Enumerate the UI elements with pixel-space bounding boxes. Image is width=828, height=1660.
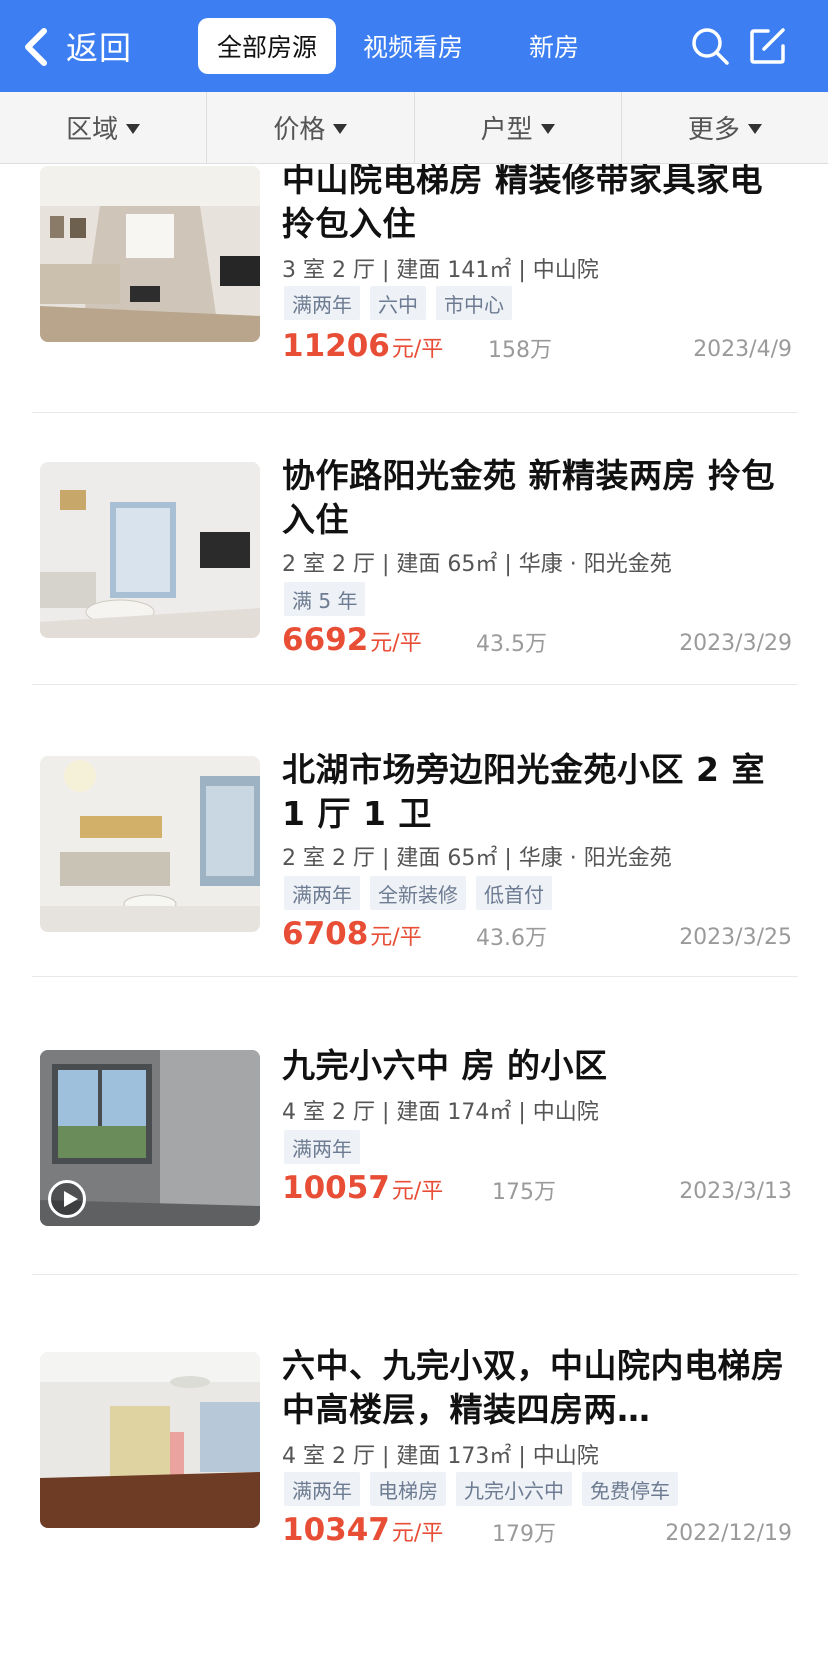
unit-price: 10347元/平 — [282, 1512, 443, 1548]
tab-bar: 全部房源 视频看房 新房 — [198, 18, 618, 74]
listing-info: 4 室 2 厅 | 建面 173㎡ | 中山院 — [282, 1444, 599, 1469]
tab-video-viewing[interactable]: 视频看房 — [340, 18, 486, 74]
listing-photo — [40, 1050, 260, 1226]
divider — [32, 1274, 798, 1275]
listing-date: 2023/3/29 — [679, 631, 792, 656]
listing-info: 2 室 2 厅 | 建面 65㎡ | 华康 · 阳光金苑 — [282, 846, 672, 871]
edit-icon[interactable] — [748, 26, 788, 66]
listing-date: 2022/12/19 — [665, 1521, 792, 1546]
listing-tags: 满两年 六中 市中心 — [284, 286, 512, 320]
listing-title: 协作路阳光金苑 新精装两房 拎包入住 — [282, 456, 775, 539]
listing-card[interactable]: 北湖市场旁边阳光金苑小区 2 室 1 厅 1 卫 2 室 2 厅 | 建面 65… — [0, 748, 828, 1018]
unit-price: 6708元/平 — [282, 916, 422, 952]
tag: 满两年 — [284, 1472, 360, 1506]
tag: 电梯房 — [370, 1472, 446, 1506]
unit-price: 11206元/平 — [282, 328, 443, 364]
total-price: 179万 — [492, 1522, 556, 1547]
unit-price: 10057元/平 — [282, 1170, 443, 1206]
filter-bar: 区域 价格 户型 更多 — [0, 92, 828, 164]
tag: 免费停车 — [582, 1472, 678, 1506]
listing-title: 六中、九完小双，中山院内电梯房中高楼层，精装四房两… — [282, 1346, 785, 1429]
listing-info: 2 室 2 厅 | 建面 65㎡ | 华康 · 阳光金苑 — [282, 552, 672, 577]
search-icon[interactable] — [690, 26, 730, 66]
price-row: 6692元/平 43.5万 2023/3/29 — [282, 622, 792, 662]
listing-list: 中山院电梯房 精装修带家具家电 拎包入住 3 室 2 厅 | 建面 141㎡ |… — [0, 164, 828, 1660]
back-button[interactable]: 返回 — [22, 18, 132, 74]
filter-label: 价格 — [273, 115, 326, 145]
tag: 满 5 年 — [284, 582, 366, 616]
listing-title: 中山院电梯房 精装修带家具家电 拎包入住 — [282, 164, 763, 243]
unit-price-value: 6692 — [282, 622, 369, 658]
tab-all-listings[interactable]: 全部房源 — [198, 18, 336, 74]
filter-area[interactable]: 区域 — [0, 92, 208, 163]
listing-info: 3 室 2 厅 | 建面 141㎡ | 中山院 — [282, 258, 599, 283]
total-price: 158万 — [488, 338, 552, 363]
top-nav-bar: 返回 全部房源 视频看房 新房 — [0, 0, 828, 92]
unit-price-suffix: 元/平 — [391, 337, 444, 362]
tag: 低首付 — [476, 876, 552, 910]
listing-date: 2023/4/9 — [693, 337, 792, 362]
unit-price-suffix: 元/平 — [391, 1521, 444, 1546]
filter-price[interactable]: 价格 — [207, 92, 415, 163]
tag: 满两年 — [284, 1130, 360, 1164]
unit-price-value: 6708 — [282, 916, 369, 952]
tag: 满两年 — [284, 286, 360, 320]
caret-down-icon — [540, 123, 555, 134]
listing-info: 4 室 2 厅 | 建面 174㎡ | 中山院 — [282, 1100, 599, 1125]
listing-card[interactable]: 九完小六中 房 的小区 4 室 2 厅 | 建面 174㎡ | 中山院 满两年 … — [0, 1042, 828, 1332]
price-row: 11206元/平 158万 2023/4/9 — [282, 328, 792, 368]
tag: 满两年 — [284, 876, 360, 910]
listing-card[interactable]: 六中、九完小双，中山院内电梯房中高楼层，精装四房两… 4 室 2 厅 | 建面 … — [0, 1338, 828, 1628]
unit-price-value: 10347 — [282, 1512, 390, 1548]
listing-photo — [40, 756, 260, 932]
filter-label: 更多 — [687, 115, 740, 145]
total-price: 175万 — [492, 1180, 556, 1205]
tag: 全新装修 — [370, 876, 466, 910]
listing-tags: 满两年 全新装修 低首付 — [284, 876, 552, 910]
unit-price-value: 10057 — [282, 1170, 390, 1206]
filter-label: 区域 — [66, 115, 119, 145]
unit-price-suffix: 元/平 — [370, 631, 422, 656]
unit-price-suffix: 元/平 — [391, 1179, 444, 1204]
listing-tags: 满两年 电梯房 九完小六中 免费停车 — [284, 1472, 678, 1506]
unit-price-value: 11206 — [282, 328, 390, 364]
tag: 六中 — [370, 286, 426, 320]
caret-down-icon — [126, 123, 141, 134]
total-price: 43.5万 — [476, 632, 547, 657]
listing-date: 2023/3/13 — [679, 1179, 792, 1204]
listing-card[interactable]: 中山院电梯房 精装修带家具家电 拎包入住 3 室 2 厅 | 建面 141㎡ |… — [0, 164, 828, 478]
filter-layout[interactable]: 户型 — [415, 92, 622, 163]
listing-tags: 满 5 年 — [284, 582, 366, 616]
caret-down-icon — [333, 123, 348, 134]
back-label: 返回 — [66, 29, 133, 67]
price-row: 10347元/平 179万 2022/12/19 — [282, 1512, 792, 1552]
listing-photo — [40, 1352, 260, 1528]
tab-new-homes[interactable]: 新房 — [490, 18, 618, 74]
tag: 市中心 — [436, 286, 512, 320]
unit-price-suffix: 元/平 — [370, 925, 422, 950]
price-row: 6708元/平 43.6万 2023/3/25 — [282, 916, 792, 956]
price-row: 10057元/平 175万 2023/3/13 — [282, 1170, 792, 1210]
divider — [32, 412, 798, 413]
filter-label: 户型 — [480, 115, 533, 145]
listing-tags: 满两年 — [284, 1130, 360, 1164]
divider — [32, 976, 798, 977]
tag: 九完小六中 — [456, 1472, 572, 1506]
play-video-icon[interactable] — [48, 1180, 86, 1218]
unit-price: 6692元/平 — [282, 622, 422, 658]
listing-photo — [40, 462, 260, 638]
listing-photo — [40, 166, 260, 342]
listing-date: 2023/3/25 — [679, 925, 792, 950]
chevron-left-icon — [22, 18, 56, 74]
filter-more[interactable]: 更多 — [622, 92, 828, 163]
caret-down-icon — [747, 123, 762, 134]
total-price: 43.6万 — [476, 926, 547, 951]
listing-title: 九完小六中 房 的小区 — [282, 1046, 608, 1085]
divider — [32, 684, 798, 685]
listing-title: 北湖市场旁边阳光金苑小区 2 室 1 厅 1 卫 — [282, 750, 765, 833]
